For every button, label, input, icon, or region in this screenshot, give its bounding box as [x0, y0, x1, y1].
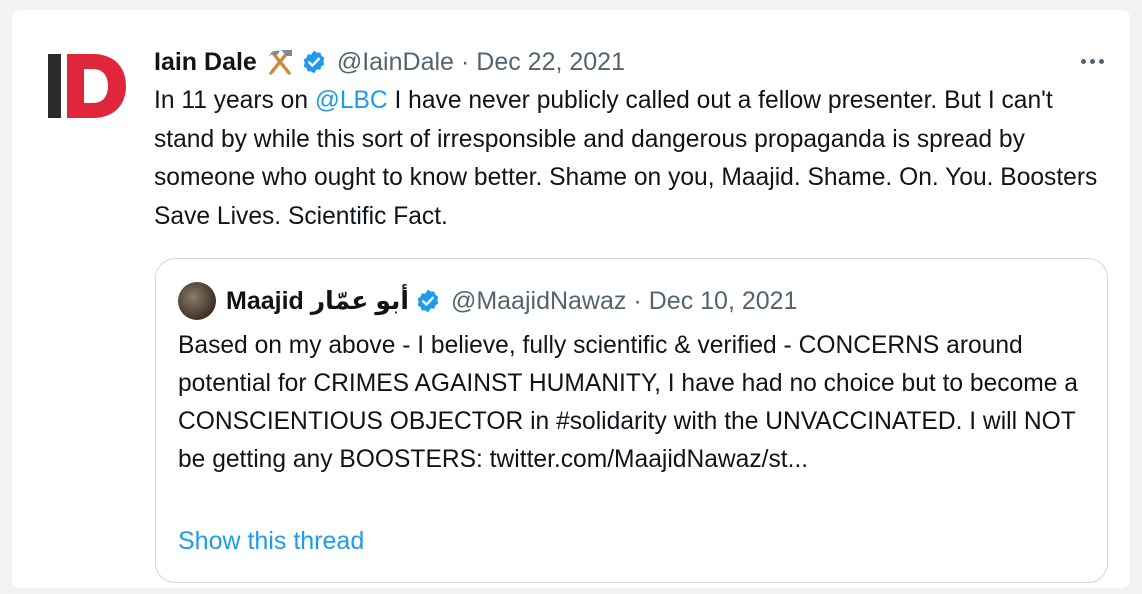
id-logo-icon	[67, 53, 127, 119]
quoted-author-handle[interactable]: @MaajidNawaz	[451, 287, 626, 316]
tweet-text-part: In 11 years on	[154, 87, 315, 114]
tweet-date[interactable]: Dec 22, 2021	[476, 48, 625, 77]
separator-dot: ·	[633, 286, 642, 315]
verified-badge-icon	[301, 49, 327, 75]
quoted-author-name[interactable]: Maajid أبو عمّار	[226, 286, 409, 316]
hammer-pick-icon	[265, 47, 295, 77]
author-name[interactable]: Iain Dale	[154, 48, 257, 77]
quoted-author-avatar[interactable]	[178, 282, 216, 320]
author-handle[interactable]: @IainDale	[337, 48, 454, 77]
show-thread-link[interactable]: Show this thread	[178, 527, 364, 556]
verified-badge-icon	[415, 288, 441, 314]
quoted-tweet-text: Based on my above - I believe, fully sci…	[178, 332, 1078, 473]
separator-dot: ·	[460, 47, 470, 76]
quoted-tweet-header: Maajid أبو عمّار @MaajidNawaz · Dec 10, …	[178, 281, 797, 321]
quoted-tweet-date[interactable]: Dec 10, 2021	[649, 287, 798, 316]
tweet-header: Iain Dale @IainDale · Dec 22, 2021	[154, 44, 625, 80]
logo-i-bar	[48, 54, 61, 118]
mention-link[interactable]: @LBC	[315, 87, 388, 114]
author-avatar[interactable]	[48, 50, 132, 122]
tweet-text: In 11 years on @LBC I have never publicl…	[154, 82, 1114, 236]
more-options-icon[interactable]	[1078, 50, 1106, 72]
quoted-tweet[interactable]: Maajid أبو عمّار @MaajidNawaz · Dec 10, …	[155, 258, 1108, 583]
tweet-screenshot: Iain Dale @IainDale · Dec 22, 2021 In 11…	[0, 0, 1142, 594]
